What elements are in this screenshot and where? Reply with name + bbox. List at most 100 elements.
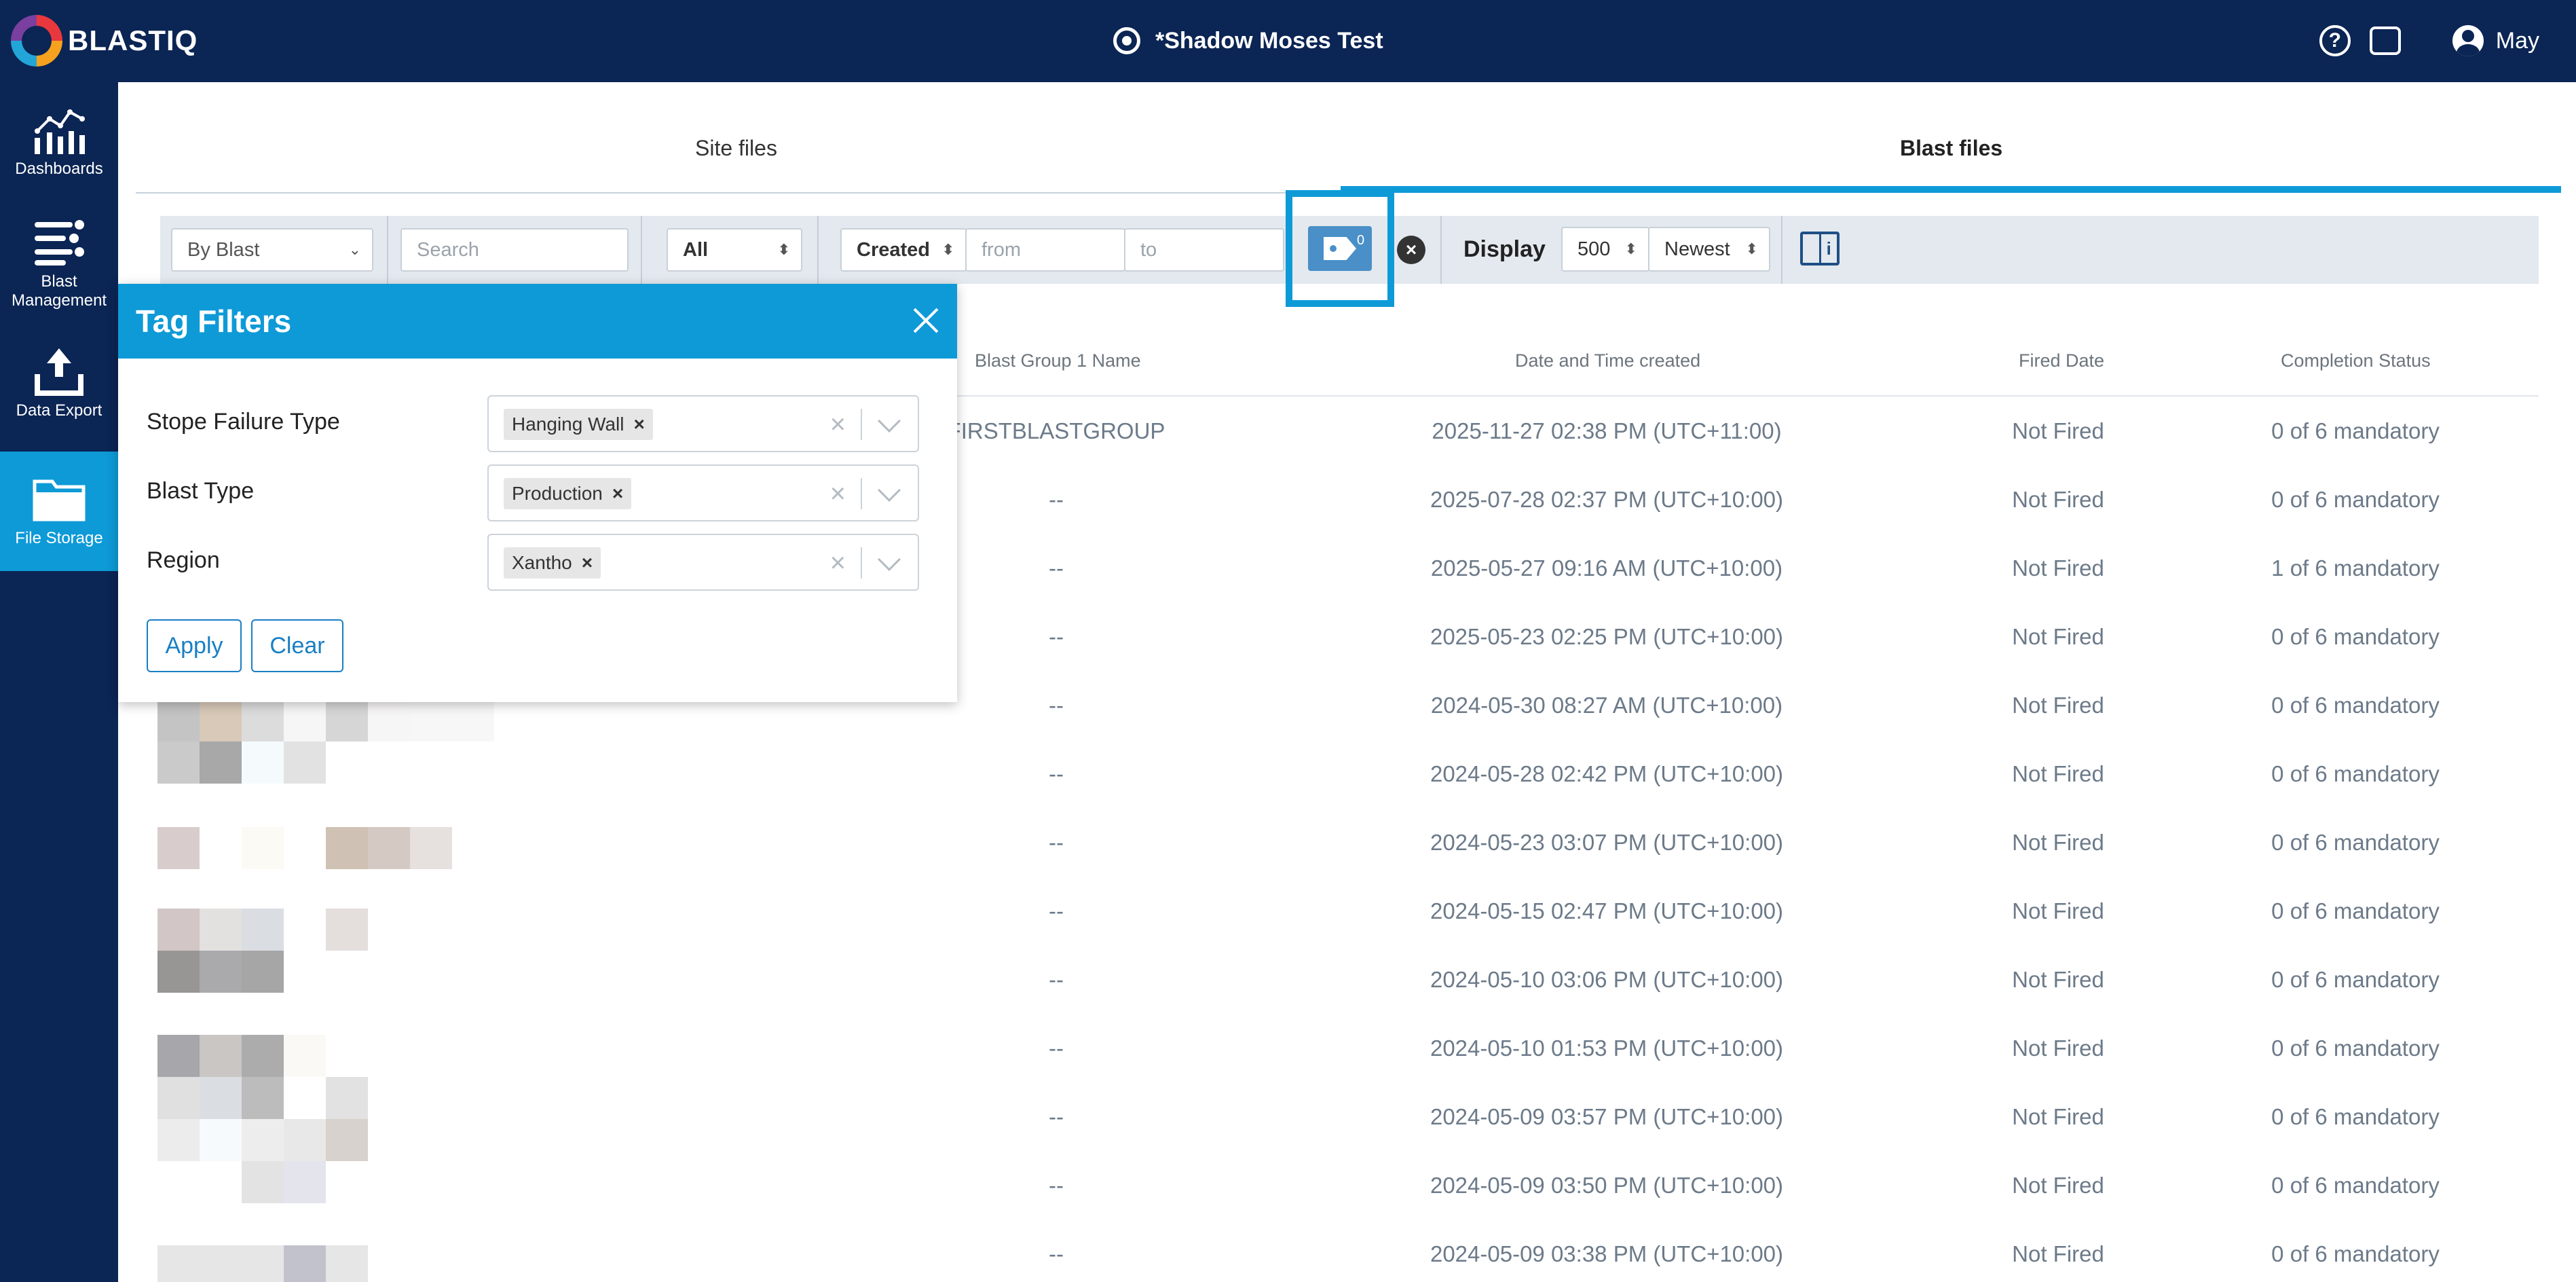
tab-blast-files[interactable]: Blast files	[1900, 136, 2002, 161]
popup-title: Tag Filters	[136, 304, 292, 339]
sidebar-item-dashboards[interactable]: Dashboards	[0, 105, 118, 200]
stope-failure-type-select[interactable]: Hanging Wall × ×	[487, 395, 919, 452]
sort-order-select[interactable]: Newest ⬍	[1648, 227, 1770, 272]
top-bar: BLASTIQ *Shadow Moses Test ? May	[0, 0, 2576, 82]
cell-fired: Not Fired	[2012, 830, 2104, 855]
redacted-pixel	[157, 741, 200, 784]
sort-arrows-icon: ⬍	[941, 241, 954, 258]
cell-created: 2025-05-23 02:25 PM (UTC+10:00)	[1430, 624, 1784, 649]
date-to-input[interactable]: to	[1124, 228, 1284, 272]
sidebar-item-data-export[interactable]: Data Export	[0, 347, 118, 435]
table-row[interactable]: -- 2024-05-10 01:53 PM (UTC+10:00) Not Fir…	[160, 1014, 2539, 1082]
sort-arrows-icon: ⬍	[1745, 240, 1758, 257]
date-field-select[interactable]: Created ⬍	[840, 228, 967, 272]
search-input[interactable]: Search	[400, 228, 629, 272]
clear-selection-icon[interactable]: ×	[830, 547, 846, 579]
site-selector[interactable]: *Shadow Moses Test	[1113, 19, 1383, 62]
documentation-icon[interactable]: i	[1800, 232, 1840, 265]
sort-order-value: Newest	[1664, 238, 1730, 260]
cell-status: 0 of 6 mandatory	[2271, 693, 2440, 718]
redacted-pixel	[200, 951, 242, 993]
filter-label-region: Region	[147, 547, 220, 573]
blast-type-select[interactable]: Production × ×	[487, 464, 919, 521]
chevron-down-icon[interactable]	[878, 409, 901, 433]
tag-filter-button[interactable]: 0	[1308, 226, 1372, 271]
upload-icon	[35, 348, 83, 396]
column-header-blast-group[interactable]: Blast Group 1 Name	[975, 350, 1141, 371]
blast-management-icon	[35, 220, 84, 265]
tag-icon	[1324, 237, 1356, 260]
group-by-select[interactable]: By Blast ⌄	[171, 228, 373, 272]
cell-status: 0 of 6 mandatory	[2271, 1104, 2440, 1129]
clear-selection-icon[interactable]: ×	[830, 478, 846, 509]
cell-group: --	[1049, 487, 1064, 512]
status-select[interactable]: All ⬍	[667, 228, 802, 272]
column-header-date-created[interactable]: Date and Time created	[1515, 350, 1700, 371]
chevron-down-icon: ⌄	[348, 241, 361, 258]
table-row[interactable]: -- 2024-05-09 03:57 PM (UTC+10:00) Not Fir…	[160, 1082, 2539, 1151]
divider	[1781, 216, 1782, 284]
from-placeholder: from	[982, 238, 1021, 261]
column-header-fired-date[interactable]: Fired Date	[2019, 350, 2104, 371]
date-from-input[interactable]: from	[965, 228, 1125, 272]
cell-fired: Not Fired	[2012, 418, 2104, 443]
remove-chip-icon[interactable]: ×	[633, 414, 644, 435]
region-select[interactable]: Xantho × ×	[487, 534, 919, 591]
tab-site-files[interactable]: Site files	[695, 136, 777, 161]
table-row[interactable]: -- 2024-05-10 03:06 PM (UTC+10:00) Not Fir…	[160, 945, 2539, 1014]
redacted-pixel	[242, 1245, 284, 1282]
cell-status: 0 of 6 mandatory	[2271, 1036, 2440, 1061]
cell-fired: Not Fired	[2012, 1036, 2104, 1061]
redacted-pixel	[326, 1119, 368, 1161]
table-row[interactable]: -- 2024-05-09 03:50 PM (UTC+10:00) Not Fir…	[160, 1151, 2539, 1220]
folder-icon	[33, 479, 86, 521]
group-by-value: By Blast	[187, 238, 260, 261]
tag-count-badge: 0	[1357, 233, 1365, 248]
close-icon[interactable]	[912, 307, 939, 334]
date-field-value: Created	[857, 238, 930, 261]
blastiq-logo[interactable]: BLASTIQ	[11, 12, 198, 69]
logo-text: BLASTIQ	[68, 24, 198, 56]
redacted-pixel	[242, 1161, 284, 1203]
redacted-pixel	[284, 699, 326, 741]
sidebar: Dashboards Blast Management Data Export …	[0, 82, 118, 1282]
support-chat-icon[interactable]	[2369, 26, 2401, 55]
divider	[641, 216, 642, 284]
redacted-pixel	[200, 1245, 242, 1282]
chevron-down-icon[interactable]	[878, 548, 901, 571]
redacted-pixel	[368, 827, 410, 869]
column-header-completion-status[interactable]: Completion Status	[2281, 350, 2431, 371]
cell-fired: Not Fired	[2012, 1241, 2104, 1266]
redacted-pixel	[242, 1035, 284, 1077]
sort-arrows-icon: ⬍	[777, 241, 790, 258]
cell-fired: Not Fired	[2012, 761, 2104, 786]
chip-label: Xantho	[512, 552, 572, 573]
redacted-pixel	[410, 827, 452, 869]
remove-chip-icon[interactable]: ×	[612, 483, 623, 505]
divider	[861, 478, 862, 509]
clear-filters-icon[interactable]: ×	[1397, 236, 1425, 264]
cell-status: 0 of 6 mandatory	[2271, 898, 2440, 923]
sidebar-item-blast-management[interactable]: Blast Management	[0, 218, 118, 331]
redacted-pixel	[242, 699, 284, 741]
table-row[interactable]: -- 2024-05-09 03:38 PM (UTC+10:00) Not Fir…	[160, 1220, 2539, 1282]
remove-chip-icon[interactable]: ×	[582, 552, 593, 574]
cell-fired: Not Fired	[2012, 967, 2104, 992]
user-avatar-icon[interactable]	[2452, 25, 2484, 56]
page-size-select[interactable]: 500 ⬍	[1561, 227, 1649, 272]
redacted-pixel	[284, 1161, 326, 1203]
clear-button[interactable]: Clear	[251, 619, 343, 672]
table-row[interactable]: -- 2024-05-15 02:47 PM (UTC+10:00) Not Fir…	[160, 877, 2539, 945]
divider	[1440, 216, 1442, 284]
table-row[interactable]: -- 2024-05-28 02:42 PM (UTC+10:00) Not Fir…	[160, 739, 2539, 808]
help-icon[interactable]: ?	[2319, 25, 2351, 56]
apply-button[interactable]: Apply	[147, 619, 242, 672]
top-right-controls: ? May	[2319, 19, 2539, 62]
table-row[interactable]: -- 2024-05-23 03:07 PM (UTC+10:00) Not Fir…	[160, 808, 2539, 877]
user-name[interactable]: May	[2496, 28, 2539, 54]
sidebar-item-label: File Storage	[15, 529, 103, 547]
chevron-down-icon[interactable]	[878, 479, 901, 502]
clear-selection-icon[interactable]: ×	[830, 409, 846, 440]
redacted-pixel	[326, 1245, 368, 1282]
sidebar-item-file-storage[interactable]: File Storage	[0, 452, 118, 571]
